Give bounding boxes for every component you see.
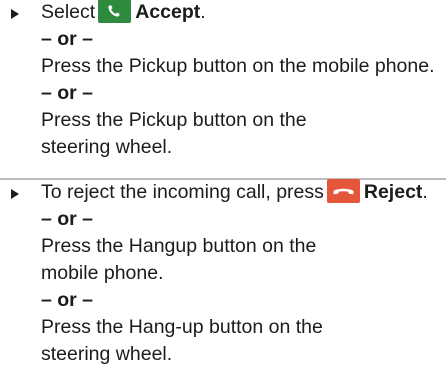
steering-wheel-instruction: Press the Pickup button on the steering …	[41, 109, 307, 158]
hangup-steering-instruction: Press the Hang-up button on the steering…	[41, 316, 323, 365]
reject-instruction-line: To reject the incoming call, press Rejec…	[41, 179, 442, 206]
bullet-triangle-icon	[11, 9, 19, 19]
phone-reject-icon	[326, 179, 360, 203]
reject-punct: .	[422, 181, 428, 203]
mobile-phone-instruction: Press the Pickup button on the mobile ph…	[41, 55, 435, 77]
or-separator: – or –	[41, 82, 94, 104]
phone-accept-icon	[98, 0, 132, 23]
or-separator: – or –	[41, 208, 94, 230]
accept-label: Accept	[135, 1, 201, 23]
select-prefix-text: Select	[41, 1, 96, 23]
instruction-step-accept: Select Accept. – or – Press the Pickup b…	[0, 0, 446, 178]
accept-punct: .	[200, 1, 206, 23]
accept-instruction-line: Select Accept.	[41, 0, 442, 26]
or-separator: – or –	[41, 289, 94, 311]
reject-label: Reject	[363, 181, 423, 203]
instruction-step-reject: To reject the incoming call, press Rejec…	[0, 179, 446, 366]
hangup-mobile-instruction: Press the Hangup button on the mobile ph…	[41, 235, 317, 284]
reject-prefix-text: To reject the incoming call, press	[41, 181, 324, 203]
or-separator: – or –	[41, 28, 94, 50]
bullet-triangle-icon	[11, 189, 19, 199]
